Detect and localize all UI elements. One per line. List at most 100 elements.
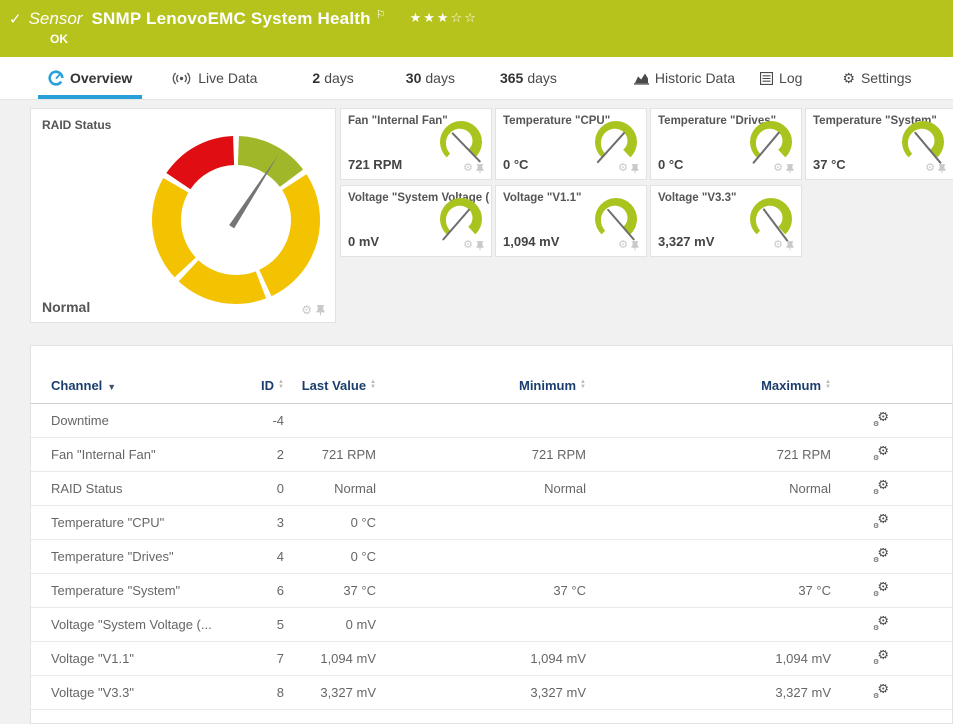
tab-number: 365	[500, 70, 523, 86]
table-row[interactable]: Temperature "CPU" 3 0 °C ⚙⚙	[31, 506, 952, 540]
tab-label: days	[527, 70, 557, 86]
tab-label: Historic Data	[655, 70, 735, 86]
channel-settings-icon[interactable]: ⚙⚙	[873, 514, 889, 529]
gear-icon[interactable]: ⚙	[925, 163, 935, 174]
channel-gauge-card: Temperature "Drives" 0 °C ⚙	[650, 108, 802, 180]
pin-icon[interactable]	[316, 305, 325, 316]
gear-icon[interactable]: ⚙	[618, 240, 628, 251]
log-icon	[760, 72, 773, 85]
table-row[interactable]: Voltage "V3.3" 8 3,327 mV 3,327 mV 3,327…	[31, 676, 952, 710]
sort-desc-icon: ▼	[107, 382, 116, 392]
column-header-maximum[interactable]: Maximum▲▼	[586, 378, 831, 393]
pin-icon[interactable]	[476, 164, 484, 174]
gear-icon[interactable]: ⚙	[773, 240, 783, 251]
table-row[interactable]: Downtime -4 ⚙⚙	[31, 404, 952, 438]
channel-settings-icon[interactable]: ⚙⚙	[873, 548, 889, 563]
column-header-last-value[interactable]: Last Value▲▼	[284, 378, 376, 393]
tab-label: Live Data	[198, 70, 257, 86]
pin-icon[interactable]	[476, 241, 484, 251]
gear-icon[interactable]: ⚙	[463, 240, 473, 251]
gear-icon: ⚙	[842, 71, 855, 85]
mini-gauge	[436, 120, 486, 167]
raid-status-card: RAID Status Normal ⚙	[30, 108, 336, 323]
mini-gauge	[436, 197, 486, 244]
channel-gauge-card: Fan "Internal Fan" 721 RPM ⚙	[340, 108, 492, 180]
gauge-value: 0 mV	[348, 234, 379, 249]
channel-gauge-card: Temperature "System" 37 °C ⚙	[805, 108, 953, 180]
chart-icon	[634, 72, 649, 85]
channel-gauge-card: Voltage "System Voltage (12... 0 mV ⚙	[340, 185, 492, 257]
gauge-title: Fan "Internal Fan"	[348, 115, 448, 127]
mini-gauge	[898, 120, 948, 167]
mini-gauge	[746, 120, 796, 167]
gear-icon[interactable]: ⚙	[463, 163, 473, 174]
channel-settings-icon[interactable]: ⚙⚙	[873, 650, 889, 665]
live-icon	[171, 72, 192, 85]
sensor-type-label: Sensor	[29, 9, 83, 29]
table-row[interactable]: RAID Status 0 Normal Normal Normal ⚙⚙	[31, 472, 952, 506]
tab-number: 2	[312, 70, 320, 86]
column-header-id[interactable]: ID▲▼	[244, 378, 284, 393]
gauge-value: 0 °C	[658, 157, 683, 172]
pin-icon[interactable]	[938, 164, 946, 174]
channel-settings-icon[interactable]: ⚙⚙	[873, 616, 889, 631]
pin-icon[interactable]	[631, 241, 639, 251]
tab-365-days[interactable]: 365 days	[490, 57, 567, 99]
channel-settings-icon[interactable]: ⚙⚙	[873, 684, 889, 699]
tab-bar: Overview Live Data 2 days 30 days 365 da…	[0, 57, 953, 100]
overview-content: RAID Status Normal ⚙ Fan "Internal Fan" …	[0, 100, 953, 724]
tab-settings[interactable]: ⚙ Settings	[832, 57, 921, 99]
table-body: Downtime -4 ⚙⚙ Fan "Internal Fan" 2 721 …	[31, 404, 952, 710]
table-row[interactable]: Voltage "V1.1" 7 1,094 mV 1,094 mV 1,094…	[31, 642, 952, 676]
gauge-title: Voltage "V1.1"	[503, 192, 581, 204]
channel-table-card: Channel▼ ID▲▼ Last Value▲▼ Minimum▲▼ Max…	[30, 345, 953, 724]
pin-icon[interactable]	[631, 164, 639, 174]
gear-icon[interactable]: ⚙	[618, 163, 628, 174]
channel-settings-icon[interactable]: ⚙⚙	[873, 582, 889, 597]
column-header-channel[interactable]: Channel▼	[51, 378, 244, 393]
channel-gauge-card: Voltage "V3.3" 3,327 mV ⚙	[650, 185, 802, 257]
tab-label: Overview	[70, 70, 132, 86]
table-row[interactable]: Fan "Internal Fan" 2 721 RPM 721 RPM 721…	[31, 438, 952, 472]
tab-label: days	[324, 70, 354, 86]
flag-icon[interactable]: ⚐	[376, 8, 386, 21]
sort-icon: ▲▼	[825, 380, 831, 390]
table-row[interactable]: Temperature "System" 6 37 °C 37 °C 37 °C…	[31, 574, 952, 608]
status-badge: OK	[50, 32, 953, 46]
gauge-value: 3,327 mV	[658, 234, 714, 249]
tab-2-days[interactable]: 2 days	[302, 57, 363, 99]
mini-gauge	[591, 120, 641, 167]
tab-log[interactable]: Log	[750, 57, 812, 99]
table-row[interactable]: Temperature "Drives" 4 0 °C ⚙⚙	[31, 540, 952, 574]
channel-gauge-card: Temperature "CPU" 0 °C ⚙	[495, 108, 647, 180]
gear-icon[interactable]: ⚙	[301, 304, 312, 316]
tab-historic-data[interactable]: Historic Data	[624, 57, 745, 99]
table-header-row: Channel▼ ID▲▼ Last Value▲▼ Minimum▲▼ Max…	[31, 346, 952, 404]
raid-gauge	[150, 134, 322, 306]
channel-settings-icon[interactable]: ⚙⚙	[873, 446, 889, 461]
prtg-sensor-page: ✓ Sensor SNMP LenovoEMC System Health ⚐ …	[0, 0, 953, 724]
gauge-value: 721 RPM	[348, 157, 402, 172]
channel-settings-icon[interactable]: ⚙⚙	[873, 480, 889, 495]
tab-label: Log	[779, 70, 802, 86]
gauge-value: 37 °C	[813, 157, 846, 172]
priority-stars[interactable]: ★★★☆☆	[410, 10, 478, 26]
tab-overview[interactable]: Overview	[38, 57, 142, 99]
tab-number: 30	[406, 70, 422, 86]
channel-gauge-card: Voltage "V1.1" 1,094 mV ⚙	[495, 185, 647, 257]
gauge-icon	[48, 70, 64, 86]
column-header-minimum[interactable]: Minimum▲▼	[376, 378, 586, 393]
tab-label: days	[425, 70, 455, 86]
gauge-title: RAID Status	[42, 118, 111, 132]
gear-icon[interactable]: ⚙	[773, 163, 783, 174]
channel-settings-icon[interactable]: ⚙⚙	[873, 412, 889, 427]
tab-30-days[interactable]: 30 days	[396, 57, 465, 99]
page-title: SNMP LenovoEMC System Health	[91, 9, 370, 29]
table-row[interactable]: Voltage "System Voltage (... 5 0 mV ⚙⚙	[31, 608, 952, 642]
gauge-value: 0 °C	[503, 157, 528, 172]
pin-icon[interactable]	[786, 164, 794, 174]
tab-live-data[interactable]: Live Data	[161, 57, 267, 99]
pin-icon[interactable]	[786, 241, 794, 251]
gauge-value: 1,094 mV	[503, 234, 559, 249]
tab-label: Settings	[861, 70, 912, 86]
